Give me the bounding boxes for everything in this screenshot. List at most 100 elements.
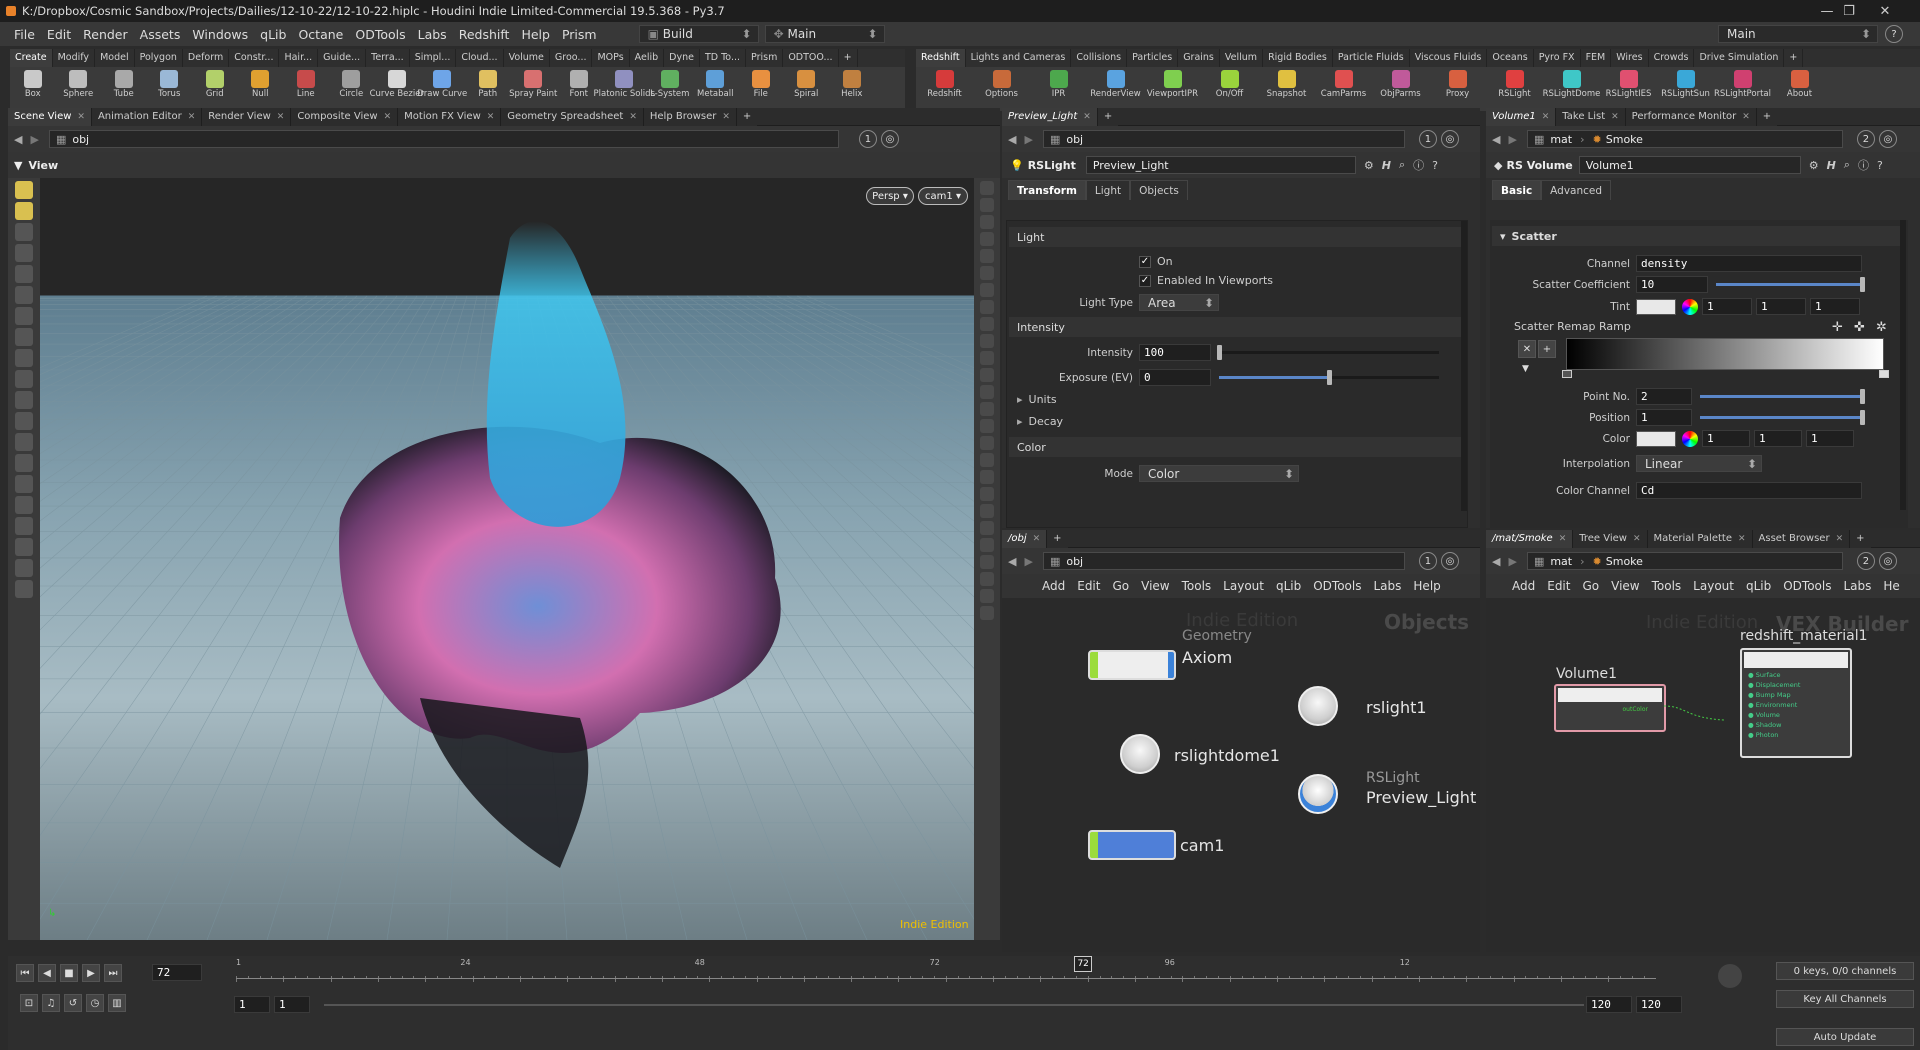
right-desktop-dropdown[interactable]: Main ⬍ <box>1718 25 1878 43</box>
build-desktop-dropdown[interactable]: ▣ Build ⬍ <box>638 25 759 43</box>
cam1-node[interactable] <box>1088 830 1176 860</box>
forward-arrow-icon[interactable]: ▶ <box>30 133 38 146</box>
subtab-basic[interactable]: Basic <box>1492 180 1542 200</box>
mode-dropdown[interactable]: Color ⬍ <box>1139 465 1299 482</box>
close-tab-icon[interactable]: ✕ <box>1742 108 1750 126</box>
display-option-icon[interactable] <box>980 470 994 484</box>
select-tool-icon[interactable] <box>15 181 33 199</box>
tab-performance-monitor[interactable]: Performance Monitor ✕ <box>1625 107 1757 126</box>
display-option-icon[interactable] <box>980 249 994 263</box>
mat-network-canvas[interactable]: Indie Edition VEX Builder Volume1 outCol… <box>1486 598 1920 952</box>
view-menu-icon[interactable]: ▼ <box>14 159 22 172</box>
viewports-toggle[interactable]: ✓ Enabled In Viewports <box>1139 274 1273 287</box>
shelf-tab-constr[interactable]: Constr... <box>229 49 280 67</box>
audio-icon[interactable]: ♫ <box>42 994 60 1012</box>
shelf-tab-redshift[interactable]: Redshift <box>916 49 966 67</box>
scatter-coef-slider[interactable] <box>1716 277 1865 292</box>
add-tab-button[interactable]: + <box>1047 529 1068 548</box>
menu-odtools[interactable]: ODTools <box>349 27 411 42</box>
shelf-tool-camparms[interactable]: CamParms <box>1315 67 1372 109</box>
tab-tree-view[interactable]: Tree View ✕ <box>1573 529 1648 548</box>
tint-swatch[interactable] <box>1636 298 1676 315</box>
menu-layout[interactable]: Layout <box>1217 579 1270 593</box>
display-option-icon[interactable] <box>980 402 994 416</box>
menu-render[interactable]: Render <box>77 27 134 42</box>
intensity-field[interactable]: 100 <box>1139 344 1211 361</box>
menu-redshift[interactable]: Redshift <box>453 27 516 42</box>
measure-tool-icon[interactable] <box>15 391 33 409</box>
camera-tool-icon[interactable] <box>15 412 33 430</box>
brush-tool-icon[interactable] <box>15 328 33 346</box>
menu-prism[interactable]: Prism <box>556 27 603 42</box>
skip-end-button[interactable]: ⏭ <box>104 964 122 982</box>
close-tab-icon[interactable]: ✕ <box>1559 530 1567 548</box>
ramp-settings-icon[interactable]: ✲ <box>1876 320 1887 335</box>
ramp-expand-icon[interactable]: ▼ <box>1522 364 1529 374</box>
menu-octane[interactable]: Octane <box>292 27 349 42</box>
point-no-field[interactable]: 2 <box>1636 388 1692 405</box>
ramp-color-r[interactable]: 1 <box>1702 430 1750 447</box>
color-wheel-icon[interactable] <box>1682 430 1698 447</box>
display-option-icon[interactable] <box>980 572 994 586</box>
display-option-icon[interactable] <box>980 368 994 382</box>
preview-light-node[interactable] <box>1298 774 1338 814</box>
menu-tools[interactable]: Tools <box>1646 579 1688 593</box>
ramp-color-g[interactable]: 1 <box>1754 430 1802 447</box>
shelf-tab-pyro-fx[interactable]: Pyro FX <box>1534 49 1581 67</box>
menu-edit[interactable]: Edit <box>41 27 77 42</box>
tab-geometry-spreadsheet[interactable]: Geometry Spreadsheet ✕ <box>501 107 644 126</box>
close-tab-icon[interactable]: ✕ <box>1633 530 1641 548</box>
shelf-tab-create[interactable]: Create <box>10 49 53 67</box>
add-point-button[interactable]: + <box>1538 340 1556 358</box>
obj-network-canvas[interactable]: Indie Edition Objects Geometry Axiom rsl… <box>1002 598 1480 952</box>
close-tab-icon[interactable]: ✕ <box>77 108 85 126</box>
loop-icon[interactable]: ↺ <box>64 994 82 1012</box>
close-tab-icon[interactable]: ✕ <box>1836 530 1844 548</box>
shelf-tab-prism[interactable]: Prism <box>746 49 784 67</box>
add-key-icon[interactable]: ✜ <box>1854 320 1865 335</box>
shelf-tab-viscous-fluids[interactable]: Viscous Fluids <box>1410 49 1488 67</box>
shelf-tool-torus[interactable]: Torus <box>147 67 193 109</box>
end-frame-field-2[interactable]: 120 <box>1636 996 1682 1013</box>
display-option-icon[interactable] <box>980 334 994 348</box>
shelf-tool-proxy[interactable]: Proxy <box>1429 67 1486 109</box>
menu-edit[interactable]: Edit <box>1541 579 1576 593</box>
link-icon[interactable]: ◎ <box>1878 552 1897 570</box>
shelf-tab-aelib[interactable]: Aelib <box>630 49 665 67</box>
shelf-tool-metaball[interactable]: Metaball <box>693 67 739 109</box>
menu-qlib[interactable]: qLib <box>1740 579 1777 593</box>
tab-preview-light[interactable]: Preview_Light ✕ <box>1002 107 1098 126</box>
back-arrow-icon[interactable]: ◀ <box>1492 133 1500 146</box>
menu-go[interactable]: Go <box>1576 579 1605 593</box>
display-option-icon[interactable] <box>980 538 994 552</box>
remove-point-button[interactable]: ✕ <box>1518 340 1536 358</box>
shelf-tool-rslight[interactable]: RSLight <box>1486 67 1543 109</box>
exposure-slider[interactable] <box>1219 370 1439 385</box>
menu-help[interactable]: Help <box>1407 579 1446 593</box>
tab-mat-smoke[interactable]: /mat/Smoke ✕ <box>1486 529 1574 548</box>
snap-tool-icon[interactable] <box>15 370 33 388</box>
tint-g-field[interactable]: 1 <box>1756 298 1806 315</box>
display-option-icon[interactable] <box>980 504 994 518</box>
menu-windows[interactable]: Windows <box>186 27 254 42</box>
close-tab-icon[interactable]: ✕ <box>1542 108 1550 126</box>
perspective-menu[interactable]: Persp ▾ <box>866 187 914 205</box>
current-frame-field[interactable]: 72 <box>152 964 202 981</box>
shelf-tab-particle-fluids[interactable]: Particle Fluids <box>1333 49 1410 67</box>
tab-take-list[interactable]: Take List ✕ <box>1556 107 1626 126</box>
range-slider[interactable] <box>324 1004 1584 1006</box>
pin-icon[interactable]: 1 <box>858 130 877 148</box>
display-option-icon[interactable] <box>980 453 994 467</box>
material-input-displacement[interactable]: ● Displacement <box>1748 680 1850 690</box>
keys-channels-status[interactable]: 0 keys, 0/0 channels <box>1776 962 1914 980</box>
menu-tools[interactable]: Tools <box>1176 579 1218 593</box>
info-icon[interactable]: ⓘ <box>1858 157 1869 173</box>
shelf-tab-fem[interactable]: FEM <box>1581 49 1612 67</box>
timeline-ruler[interactable]: 1 24 48 72 96 12 72 <box>236 956 1656 984</box>
menu-edit[interactable]: Edit <box>1071 579 1106 593</box>
display-option-icon[interactable] <box>980 521 994 535</box>
magnifier-icon[interactable] <box>1718 964 1742 988</box>
decay-folder[interactable]: ▸ Decay <box>1017 415 1063 428</box>
material-input-environment[interactable]: ● Environment <box>1748 700 1850 710</box>
skip-start-button[interactable]: ⏮ <box>16 964 34 982</box>
